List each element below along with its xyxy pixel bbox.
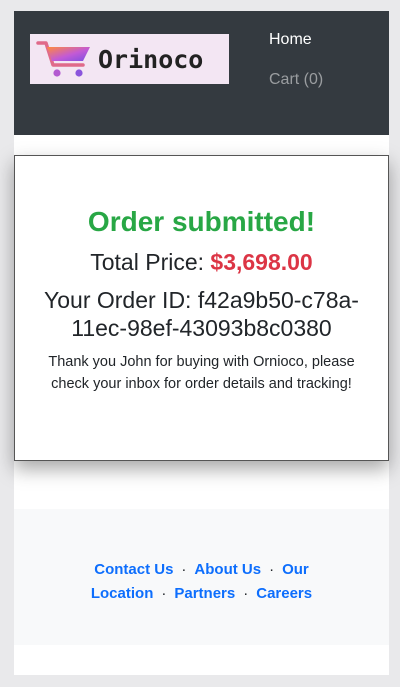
nav-cart-link[interactable]: Cart (0)	[269, 71, 323, 89]
footer: Contact Us · About Us · Our Location · Partner…	[14, 509, 389, 645]
order-id-label: Your Order ID:	[44, 287, 192, 313]
footer-link-contact-us[interactable]: Contact Us	[94, 561, 173, 578]
footer-link-about-us[interactable]: About Us	[194, 561, 261, 578]
footer-separator: ·	[181, 561, 187, 578]
footer-separator: ·	[161, 585, 167, 602]
footer-separator: ·	[269, 561, 275, 578]
order-confirmation-card: Order submitted! Total Price: $3,698.00 …	[14, 155, 389, 461]
brand-logo[interactable]: Orinoco	[30, 34, 229, 84]
total-price-label: Total Price:	[90, 249, 205, 275]
footer-separator: ·	[243, 585, 249, 602]
navbar: Orinoco Home Cart (0)	[14, 11, 389, 135]
footer-links: Contact Us · About Us · Our Location · Partner…	[24, 558, 379, 606]
footer-link-careers[interactable]: Careers	[256, 585, 312, 602]
order-id-line: Your Order ID: f42a9b50-c78a-11ec-98ef-4…	[29, 286, 374, 342]
thank-you-message: Thank you John for buying with Ornioco, …	[48, 354, 355, 392]
page: Orinoco Home Cart (0) Order submitted! T…	[14, 11, 389, 675]
order-submitted-title: Order submitted!	[87, 206, 316, 237]
total-price-line: Total Price: $3,698.00	[15, 249, 388, 276]
shopping-cart-icon	[36, 41, 90, 77]
total-price-value: $3,698.00	[210, 249, 313, 275]
nav-home-link[interactable]: Home	[269, 31, 312, 49]
footer-link-partners[interactable]: Partners	[174, 585, 235, 602]
brand-name: Orinoco	[98, 44, 204, 74]
